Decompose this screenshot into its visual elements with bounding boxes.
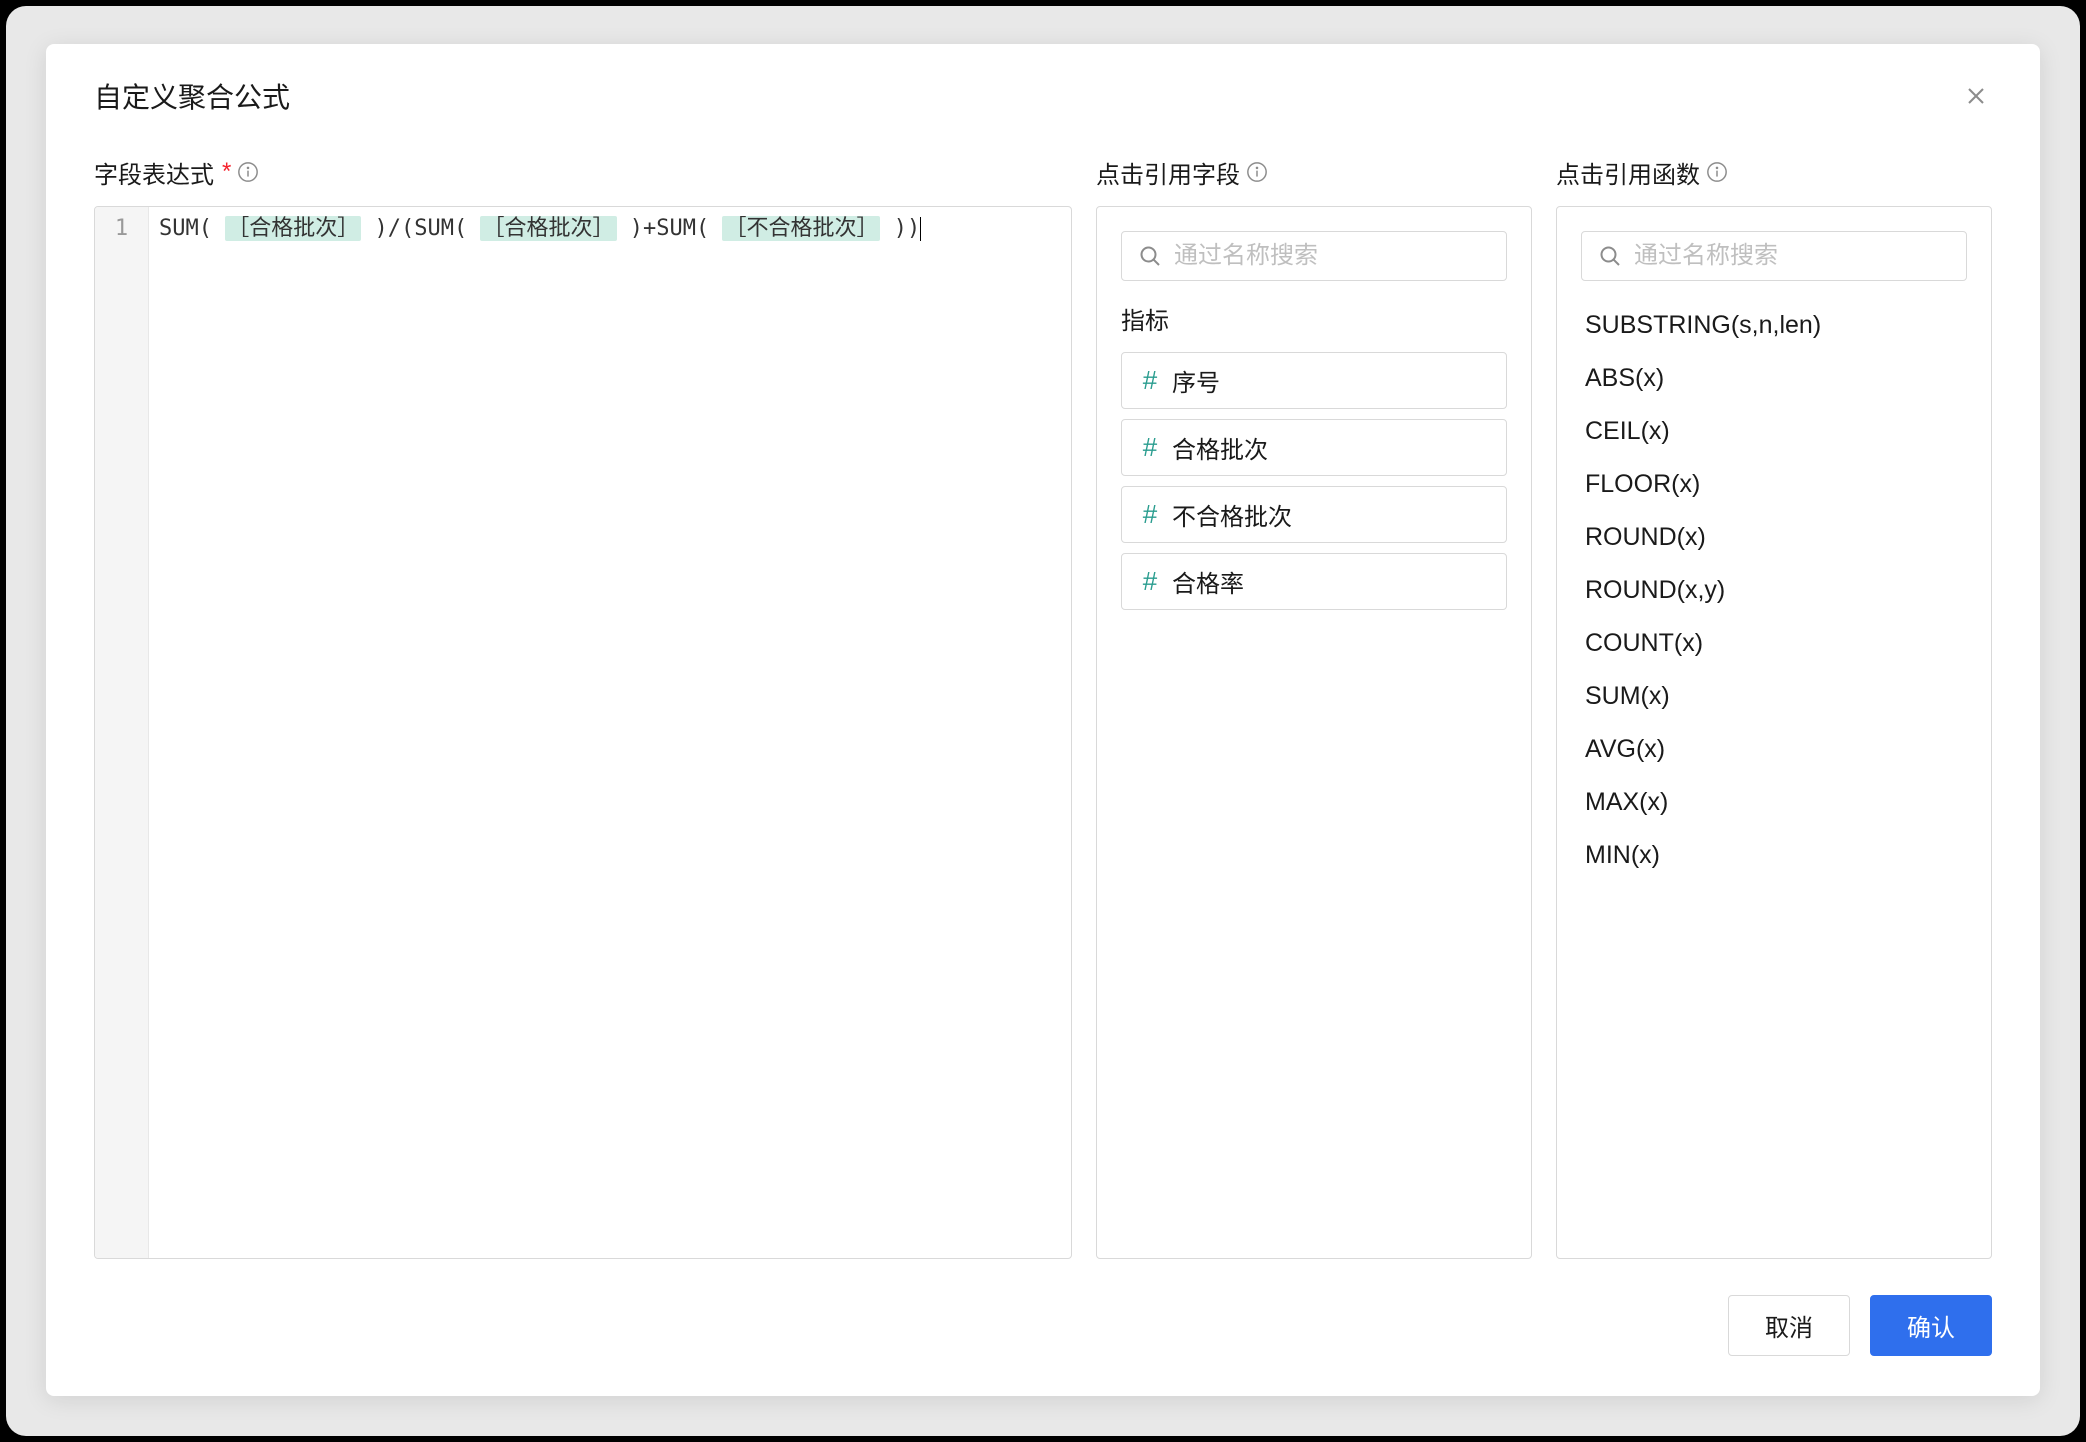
functions-panel: SUBSTRING(s,n,len)ABS(x)CEIL(x)FLOOR(x)R… — [1556, 206, 1992, 1259]
formula-field-ref: ［合格批次］ — [480, 216, 616, 241]
fields-column: 点击引用字段 指标 # 序号 # — [1096, 156, 1532, 1259]
cancel-button[interactable]: 取消 — [1728, 1295, 1850, 1356]
fields-panel: 指标 # 序号 # 合格批次 # 不合格批次 # 合格率 — [1096, 206, 1532, 1259]
function-item[interactable]: MAX(x) — [1581, 778, 1967, 827]
modal-footer: 取消 确认 — [46, 1259, 2040, 1396]
field-item-label: 合格批次 — [1172, 430, 1268, 465]
formula-field-ref: ［不合格批次］ — [722, 216, 880, 241]
editor-content[interactable]: SUM( ［合格批次］ )/(SUM( ［合格批次］ )+SUM( ［不合格批次… — [149, 207, 1071, 1258]
fields-search[interactable] — [1121, 231, 1507, 281]
fields-search-input[interactable] — [1174, 242, 1490, 270]
close-icon — [1964, 84, 1988, 108]
fields-label: 点击引用字段 — [1096, 156, 1532, 188]
function-item[interactable]: FLOOR(x) — [1581, 460, 1967, 509]
hash-icon: # — [1140, 499, 1160, 530]
fields-label-text: 点击引用字段 — [1096, 155, 1240, 190]
editor-cursor — [920, 217, 921, 241]
search-icon — [1598, 244, 1622, 268]
field-list: # 序号 # 合格批次 # 不合格批次 # 合格率 — [1121, 352, 1507, 610]
confirm-button[interactable]: 确认 — [1870, 1295, 1992, 1356]
formula-function: SUM — [159, 216, 199, 241]
function-item[interactable]: SUM(x) — [1581, 672, 1967, 721]
function-item[interactable]: SUBSTRING(s,n,len) — [1581, 301, 1967, 350]
function-item[interactable]: AVG(x) — [1581, 725, 1967, 774]
function-item[interactable]: MIN(x) — [1581, 831, 1967, 880]
custom-aggregate-modal: 自定义聚合公式 字段表达式 * — [46, 44, 2040, 1396]
expression-label: 字段表达式 * — [94, 156, 1072, 188]
info-icon[interactable] — [1706, 161, 1728, 183]
formula-field-ref: ［合格批次］ — [225, 216, 361, 241]
info-icon[interactable] — [1246, 161, 1268, 183]
formula-punct: )+SUM( — [617, 216, 723, 241]
functions-search[interactable] — [1581, 231, 1967, 281]
modal-header: 自定义聚合公式 — [46, 44, 2040, 124]
fields-group-label: 指标 — [1121, 301, 1507, 336]
function-list: SUBSTRING(s,n,len)ABS(x)CEIL(x)FLOOR(x)R… — [1581, 301, 1967, 880]
hash-icon: # — [1140, 432, 1160, 463]
function-item[interactable]: CEIL(x) — [1581, 407, 1967, 456]
field-item[interactable]: # 合格率 — [1121, 553, 1507, 610]
info-icon[interactable] — [237, 161, 259, 183]
field-item[interactable]: # 不合格批次 — [1121, 486, 1507, 543]
function-item[interactable]: COUNT(x) — [1581, 619, 1967, 668]
field-item-label: 不合格批次 — [1172, 497, 1292, 532]
hash-icon: # — [1140, 365, 1160, 396]
editor-gutter: 1 — [95, 207, 149, 1258]
function-item[interactable]: ROUND(x) — [1581, 513, 1967, 562]
close-button[interactable] — [1960, 80, 1992, 112]
search-icon — [1138, 244, 1162, 268]
field-item-label: 序号 — [1172, 363, 1220, 398]
hash-icon: # — [1140, 566, 1160, 597]
function-item[interactable]: ROUND(x,y) — [1581, 566, 1967, 615]
field-item-label: 合格率 — [1172, 564, 1244, 599]
formula-punct: )) — [880, 216, 920, 241]
formula-editor[interactable]: 1 SUM( ［合格批次］ )/(SUM( ［合格批次］ )+SUM( ［不合格… — [94, 206, 1072, 1259]
expression-column: 字段表达式 * 1 SUM( ［合格批次］ )/(SUM( ［合格批次］ )+S… — [94, 156, 1072, 1259]
line-number: 1 — [95, 213, 148, 245]
function-item[interactable]: ABS(x) — [1581, 354, 1967, 403]
field-item[interactable]: # 合格批次 — [1121, 419, 1507, 476]
modal-body: 字段表达式 * 1 SUM( ［合格批次］ )/(SUM( ［合格批次］ )+S… — [46, 124, 2040, 1259]
functions-search-input[interactable] — [1634, 242, 1950, 270]
modal-title: 自定义聚合公式 — [94, 76, 290, 116]
functions-label-text: 点击引用函数 — [1556, 155, 1700, 190]
functions-column: 点击引用函数 SUBSTRING(s,n,l — [1556, 156, 1992, 1259]
field-item[interactable]: # 序号 — [1121, 352, 1507, 409]
formula-punct: )/(SUM( — [361, 216, 480, 241]
functions-label: 点击引用函数 — [1556, 156, 1992, 188]
expression-label-text: 字段表达式 — [94, 155, 214, 190]
required-mark: * — [222, 158, 231, 186]
formula-punct: ( — [199, 216, 226, 241]
